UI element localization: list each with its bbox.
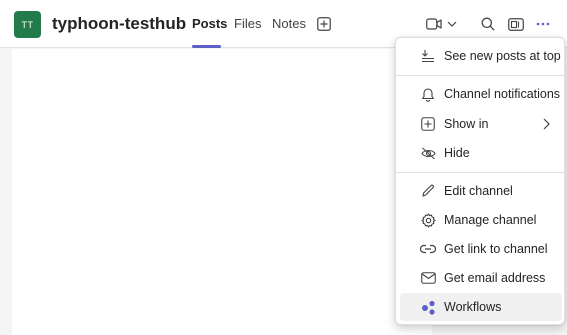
tab-notes[interactable]: Notes <box>272 13 306 35</box>
menu-item-hide[interactable]: Hide <box>400 139 562 167</box>
tab-posts[interactable]: Posts <box>192 13 227 35</box>
menu-item-channel-notifications[interactable]: Channel notifications <box>400 80 562 108</box>
channel-options-menu: See new posts at top Channel notificatio… <box>395 37 565 325</box>
menu-item-label: Manage channel <box>444 213 537 227</box>
menu-item-get-link[interactable]: Get link to channel <box>400 235 562 263</box>
menu-item-manage-channel[interactable]: Manage channel <box>400 206 562 234</box>
menu-item-label: Workflows <box>444 300 502 314</box>
menu-item-label: Get link to channel <box>444 242 548 256</box>
channel-title: typhoon-testhub <box>52 14 187 33</box>
menu-item-label: Hide <box>444 146 470 160</box>
menu-divider <box>396 75 564 76</box>
menu-item-label: See new posts at top <box>444 49 561 63</box>
menu-divider <box>396 172 564 173</box>
menu-item-get-email[interactable]: Get email address <box>400 264 562 292</box>
menu-item-edit-channel[interactable]: Edit channel <box>400 177 562 205</box>
meeting-panel-icon[interactable] <box>507 15 525 33</box>
tab-files[interactable]: Files <box>234 13 261 35</box>
active-tab-indicator <box>192 45 221 48</box>
gear-icon <box>420 212 436 228</box>
chevron-down-icon[interactable] <box>446 17 458 31</box>
menu-item-label: Show in <box>444 117 489 131</box>
menu-item-label: Channel notifications <box>444 87 561 101</box>
team-avatar[interactable]: TT <box>14 11 41 38</box>
menu-item-see-new-posts[interactable]: See new posts at top <box>400 42 562 70</box>
eye-hide-icon <box>420 145 436 161</box>
channel-posts-area <box>12 49 432 335</box>
workflows-icon <box>420 299 436 315</box>
pencil-icon <box>420 183 436 199</box>
bell-icon <box>420 86 436 102</box>
link-icon <box>420 241 436 257</box>
mail-icon <box>420 270 436 286</box>
menu-item-workflows[interactable]: Workflows <box>400 293 562 321</box>
add-square-icon <box>420 116 436 132</box>
search-icon[interactable] <box>479 15 497 33</box>
menu-item-label: Edit channel <box>444 184 513 198</box>
video-camera-icon[interactable] <box>425 15 443 33</box>
menu-item-show-in[interactable]: Show in <box>400 110 562 138</box>
add-tab-icon[interactable] <box>316 16 332 32</box>
chevron-right-icon <box>542 117 554 131</box>
menu-item-label: Get email address <box>444 271 546 285</box>
more-options-icon[interactable] <box>534 15 552 33</box>
sort-icon <box>420 48 436 64</box>
